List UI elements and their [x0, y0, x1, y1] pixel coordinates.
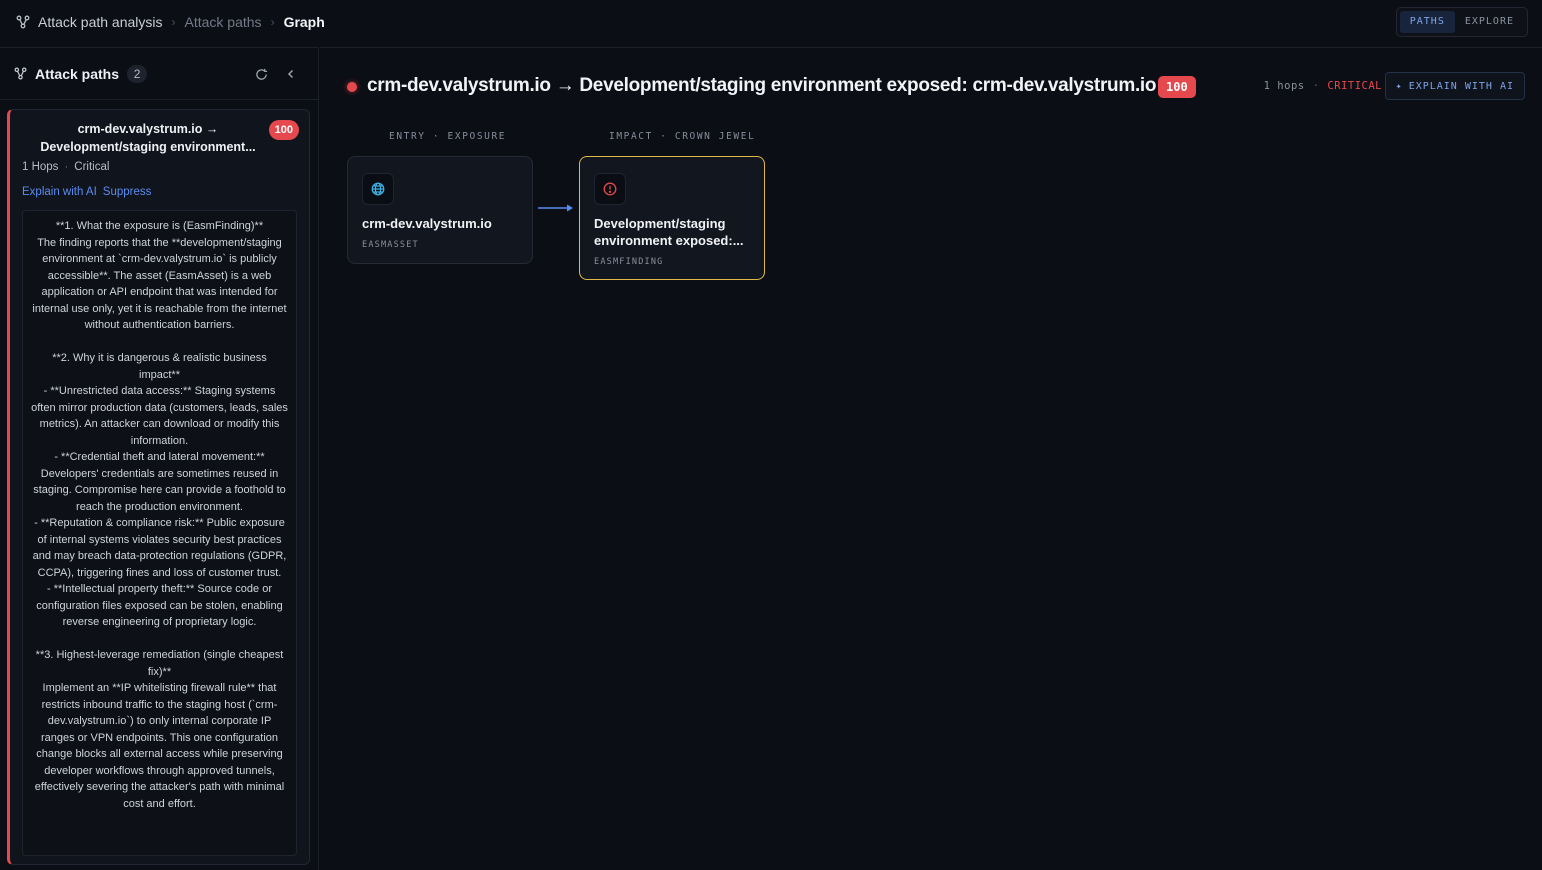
tab-explore[interactable]: EXPLORE — [1455, 11, 1524, 33]
severity-dot — [347, 82, 357, 92]
globe-icon — [362, 173, 394, 205]
entry-column-label: ENTRY · EXPOSURE — [389, 131, 507, 142]
card-actions: Explain with AI Suppress — [22, 186, 157, 198]
risk-score-badge: 100 — [268, 120, 299, 140]
breadcrumb-separator: › — [171, 15, 176, 29]
explain-with-ai-button[interactable]: ✦ EXPLAIN WITH AI — [1384, 72, 1525, 100]
path-score-badge: 100 — [1158, 76, 1196, 98]
path-hops: 1 hops — [1263, 80, 1305, 92]
attack-path-card[interactable]: crm-dev.valystrum.io → Development/stagi… — [7, 109, 310, 865]
graph-panel: crm-dev.valystrum.io → Development/stagi… — [320, 47, 1542, 870]
collapse-sidebar-icon[interactable] — [282, 65, 300, 83]
node-type: EASMASSET — [362, 240, 419, 250]
meta-separator: · — [64, 161, 69, 173]
node-type: EASMFINDING — [594, 257, 664, 267]
top-bar: Attack path analysis › Attack paths › Gr… — [0, 0, 1542, 44]
path-severity: CRITICAL — [1327, 80, 1382, 92]
explain-with-ai-link[interactable]: Explain with AI — [22, 186, 97, 198]
node-name: crm-dev.valystrum.io — [362, 216, 492, 231]
sparkle-icon: ✦ — [1395, 80, 1403, 92]
tab-paths[interactable]: PATHS — [1399, 11, 1455, 33]
impact-column-label: IMPACT · CROWN JEWEL — [609, 131, 756, 142]
breadcrumb-separator: › — [270, 15, 275, 29]
graph-edge-arrow — [538, 204, 573, 212]
refresh-icon[interactable] — [252, 65, 270, 83]
graph-node-entry[interactable]: crm-dev.valystrum.io EASMASSET — [347, 156, 533, 264]
card-title: crm-dev.valystrum.io → Development/stagi… — [40, 122, 256, 154]
hops-count: 1 Hops — [22, 161, 59, 173]
view-toggle: PATHS EXPLORE — [1395, 7, 1528, 37]
path-title: crm-dev.valystrum.io → Development/stagi… — [367, 75, 1157, 96]
attack-path-icon — [14, 67, 27, 80]
graph-node-crown-jewel[interactable]: Development/staging environment exposed:… — [579, 156, 765, 280]
breadcrumb-attack-paths[interactable]: Attack paths — [185, 14, 262, 30]
card-meta: 1 Hops · Critical — [22, 161, 109, 173]
breadcrumb-current: Graph — [283, 14, 325, 30]
meta-separator: · — [1312, 80, 1320, 92]
sidebar-title: Attack paths — [35, 65, 120, 82]
severity-label: Critical — [74, 161, 110, 173]
ai-explanation-panel: **1. What the exposure is (EasmFinding)*… — [22, 210, 297, 856]
breadcrumb-root[interactable]: Attack path analysis — [38, 14, 163, 30]
attack-path-icon — [16, 15, 30, 29]
alert-circle-icon — [594, 173, 626, 205]
path-meta: 1 hops · CRITICAL — [1264, 80, 1382, 92]
ai-explanation-text: **1. What the exposure is (EasmFinding)*… — [31, 220, 288, 810]
node-name: Development/staging environment exposed:… — [594, 216, 744, 248]
explain-button-label: EXPLAIN WITH AI — [1408, 80, 1514, 92]
suppress-link[interactable]: Suppress — [103, 186, 152, 198]
sidebar-header: Attack paths 2 — [0, 48, 318, 100]
breadcrumb: Attack path analysis › Attack paths › Gr… — [16, 14, 325, 30]
attack-paths-sidebar: Attack paths 2 crm-dev.valystrum.io → De… — [0, 47, 319, 870]
path-count-badge: 2 — [127, 64, 148, 83]
